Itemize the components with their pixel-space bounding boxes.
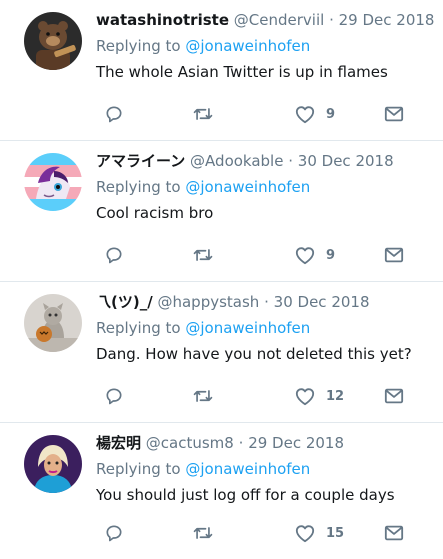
tweet-header: 楊宏明 @cactusm8 · 29 Dec 2018: [96, 433, 435, 453]
tweet-actions: 9: [96, 104, 416, 124]
reply-icon: [104, 523, 124, 543]
tweet-text: Cool racism bro: [96, 204, 214, 222]
like-button[interactable]: 9: [294, 104, 335, 124]
like-button[interactable]: 12: [294, 386, 344, 406]
avatar[interactable]: [24, 294, 82, 352]
replying-to-label: Replying to: [96, 37, 181, 55]
mention-link[interactable]: @jonaweinhofen: [185, 319, 310, 337]
tweet[interactable]: アマライーン @Adookable · 30 Dec 2018 Replying…: [0, 141, 443, 282]
replying-to-label: Replying to: [96, 460, 181, 478]
envelope-icon: [384, 387, 404, 405]
user-handle[interactable]: @happystash: [157, 293, 259, 311]
tweet-header: アマライーン @Adookable · 30 Dec 2018: [96, 151, 435, 171]
retweet-icon: [192, 104, 214, 124]
retweet-icon: [192, 386, 214, 406]
tweet-text: The whole Asian Twitter is up in flames: [96, 63, 388, 81]
retweet-button[interactable]: [192, 245, 214, 265]
separator-dot: ·: [329, 11, 334, 29]
display-name[interactable]: アマライーン: [96, 152, 185, 170]
tweet-header: watashinotriste @Cenderviil · 29 Dec 201…: [96, 10, 435, 30]
direct-message-button[interactable]: [384, 104, 404, 124]
like-count: 15: [326, 525, 345, 541]
reply-icon: [104, 245, 124, 265]
tweet-date[interactable]: 30 Dec 2018: [298, 152, 394, 170]
user-handle[interactable]: @cactusm8: [146, 434, 234, 452]
reply-icon: [104, 386, 124, 406]
tweet-date[interactable]: 29 Dec 2018: [248, 434, 344, 452]
avatar[interactable]: [24, 153, 82, 211]
envelope-icon: [384, 524, 404, 542]
envelope-icon: [384, 246, 404, 264]
mention-link[interactable]: @jonaweinhofen: [185, 178, 310, 196]
tweet-actions: 12: [96, 386, 416, 406]
tweet-actions: 15: [96, 523, 416, 543]
like-button[interactable]: 9: [294, 245, 335, 265]
reply-button[interactable]: [104, 386, 124, 406]
separator-dot: ·: [238, 434, 244, 452]
retweet-icon: [192, 523, 214, 543]
tweet-text: Dang. How have you not deleted this yet?: [96, 345, 412, 363]
replying-to: Replying to @jonaweinhofen: [96, 36, 435, 56]
avatar[interactable]: [24, 435, 82, 493]
reply-feed: watashinotriste @Cenderviil · 29 Dec 201…: [0, 0, 443, 559]
replying-to-label: Replying to: [96, 178, 181, 196]
like-count: 9: [326, 106, 336, 122]
reply-button[interactable]: [104, 104, 124, 124]
tweet[interactable]: 乁(ツ)_/ @happystash · 30 Dec 2018 Replyin…: [0, 282, 443, 423]
like-count: 12: [326, 388, 345, 404]
tweet-actions: 9: [96, 245, 416, 265]
retweet-button[interactable]: [192, 386, 214, 406]
tweet-date[interactable]: 29 Dec 2018: [339, 11, 435, 29]
direct-message-button[interactable]: [384, 245, 404, 265]
reply-button[interactable]: [104, 245, 124, 265]
tweet[interactable]: watashinotriste @Cenderviil · 29 Dec 201…: [0, 0, 443, 141]
heart-icon: [294, 523, 316, 543]
user-handle[interactable]: @Adookable: [190, 152, 283, 170]
retweet-button[interactable]: [192, 523, 214, 543]
mention-link[interactable]: @jonaweinhofen: [185, 37, 310, 55]
user-handle[interactable]: @Cenderviil: [234, 11, 325, 29]
like-count: 9: [326, 247, 336, 263]
mention-link[interactable]: @jonaweinhofen: [185, 460, 310, 478]
heart-icon: [294, 386, 316, 406]
replying-to-label: Replying to: [96, 319, 181, 337]
replying-to: Replying to @jonaweinhofen: [96, 459, 435, 479]
like-button[interactable]: 15: [294, 523, 344, 543]
avatar[interactable]: [24, 12, 82, 70]
tweet-date[interactable]: 30 Dec 2018: [274, 293, 370, 311]
reply-icon: [104, 104, 124, 124]
replying-to: Replying to @jonaweinhofen: [96, 318, 435, 338]
display-name[interactable]: 乁(ツ)_/: [96, 293, 153, 311]
heart-icon: [294, 104, 316, 124]
direct-message-button[interactable]: [384, 386, 404, 406]
envelope-icon: [384, 105, 404, 123]
separator-dot: ·: [264, 293, 269, 311]
heart-icon: [294, 245, 316, 265]
retweet-icon: [192, 245, 214, 265]
tweet-text: You should just log off for a couple day…: [96, 486, 395, 504]
reply-button[interactable]: [104, 523, 124, 543]
tweet[interactable]: 楊宏明 @cactusm8 · 29 Dec 2018 Replying to …: [0, 423, 443, 559]
retweet-button[interactable]: [192, 104, 214, 124]
tweet-header: 乁(ツ)_/ @happystash · 30 Dec 2018: [96, 292, 435, 312]
display-name[interactable]: watashinotriste: [96, 11, 229, 29]
direct-message-button[interactable]: [384, 523, 404, 543]
replying-to: Replying to @jonaweinhofen: [96, 177, 435, 197]
separator-dot: ·: [288, 152, 294, 170]
display-name[interactable]: 楊宏明: [96, 434, 141, 452]
